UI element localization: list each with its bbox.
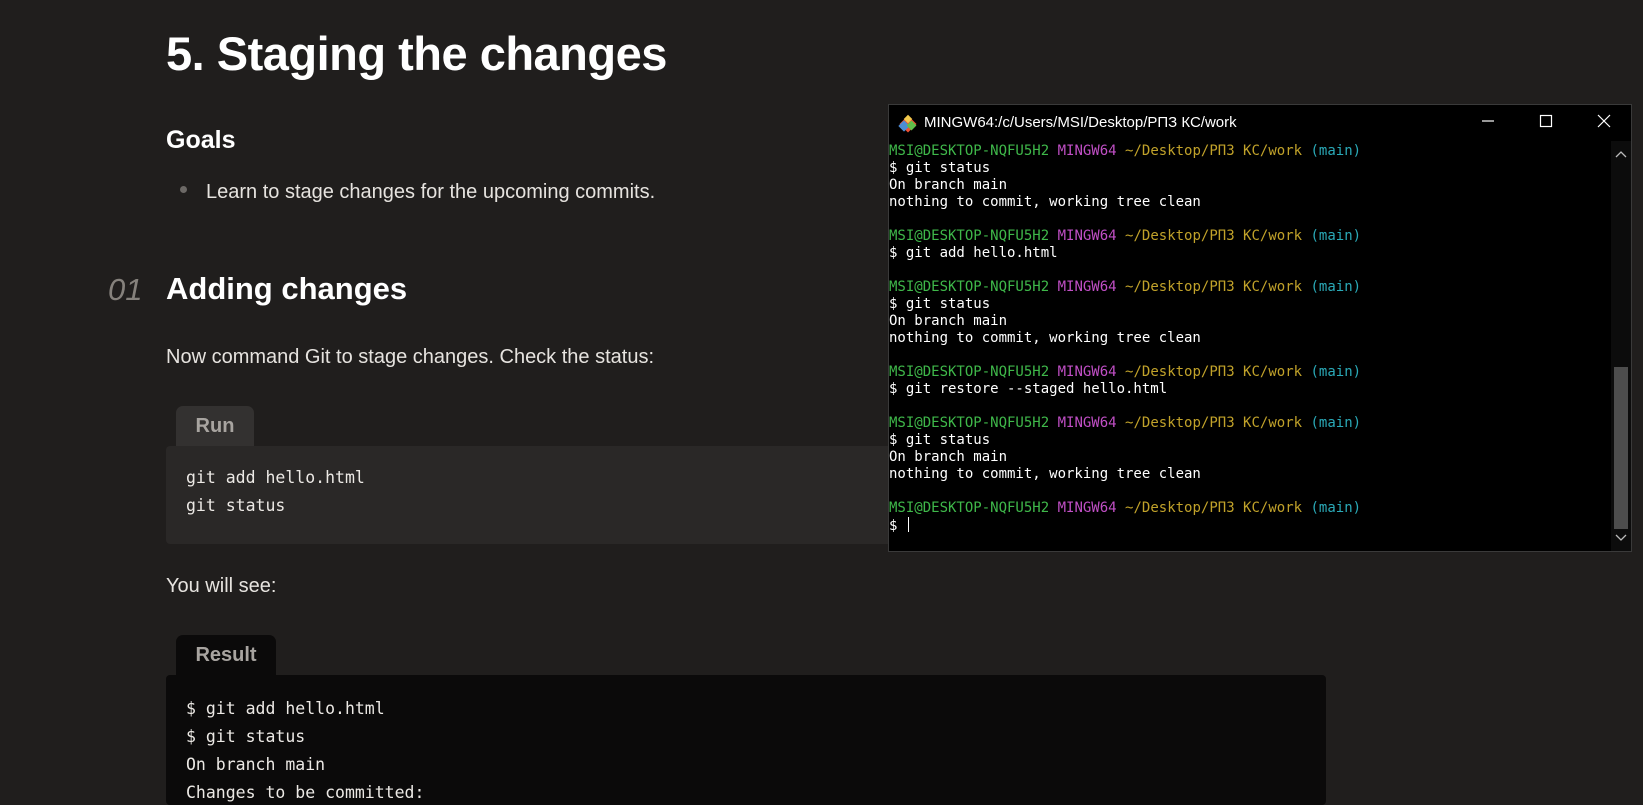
prompt-user-host: MSI@DESKTOP-NQFU5H2 — [889, 143, 1050, 159]
instruction-text: Now command Git to stage changes. Check … — [166, 346, 655, 368]
prompt-branch: (main) — [1310, 279, 1362, 295]
terminal-output-line: On branch main — [889, 177, 1008, 193]
prompt-user-host: MSI@DESKTOP-NQFU5H2 — [889, 279, 1050, 295]
code-line: $ git add hello.html — [186, 699, 385, 718]
page-title: 5. Staging the changes — [166, 27, 667, 80]
terminal-scrollbar[interactable] — [1611, 141, 1631, 551]
minimize-button[interactable] — [1459, 105, 1517, 141]
prompt-user-host: MSI@DESKTOP-NQFU5H2 — [889, 364, 1050, 380]
terminal-prompt-line: MSI@DESKTOP-NQFU5H2 MINGW64 ~/Desktop/РП… — [889, 143, 1361, 160]
code-line: Changes to be committed: — [186, 783, 425, 802]
terminal-title: MINGW64:/c/Users/MSI/Desktop/РПЗ КС/work — [924, 114, 1237, 131]
prompt-branch: (main) — [1310, 228, 1362, 244]
result-code-block: $ git add hello.html $ git status On bra… — [166, 675, 1326, 805]
minimize-icon — [1481, 114, 1495, 133]
terminal-output-line: $ git status — [889, 296, 991, 312]
terminal-output-line: nothing to commit, working tree clean — [889, 330, 1201, 346]
prompt-branch: (main) — [1310, 364, 1362, 380]
code-line: On branch main — [186, 755, 326, 774]
run-tab[interactable]: Run — [176, 406, 254, 446]
prompt-path: ~/Desktop/РПЗ КС/work — [1125, 143, 1303, 159]
prompt-system: MINGW64 — [1057, 415, 1117, 431]
run-tab-label: Run — [195, 414, 235, 437]
prompt-path: ~/Desktop/РПЗ КС/work — [1125, 228, 1303, 244]
prompt-user-host: MSI@DESKTOP-NQFU5H2 — [889, 415, 1050, 431]
prompt-branch: (main) — [1310, 500, 1362, 516]
prompt-path: ~/Desktop/РПЗ КС/work — [1125, 500, 1303, 516]
result-intro-text: You will see: — [166, 575, 277, 597]
terminal-prompt-line: MSI@DESKTOP-NQFU5H2 MINGW64 ~/Desktop/РП… — [889, 279, 1361, 296]
git-bash-icon — [898, 114, 918, 134]
maximize-icon — [1539, 114, 1553, 133]
bullet-icon — [180, 186, 187, 193]
terminal-prompt-line: MSI@DESKTOP-NQFU5H2 MINGW64 ~/Desktop/РП… — [889, 500, 1361, 517]
prompt-user-host: MSI@DESKTOP-NQFU5H2 — [889, 228, 1050, 244]
result-tab[interactable]: Result — [176, 635, 276, 675]
close-icon — [1597, 114, 1611, 133]
terminal-prompt-line: MSI@DESKTOP-NQFU5H2 MINGW64 ~/Desktop/РП… — [889, 415, 1361, 432]
goal-item: Learn to stage changes for the upcoming … — [206, 181, 656, 203]
terminal-prompt-line: MSI@DESKTOP-NQFU5H2 MINGW64 ~/Desktop/РП… — [889, 228, 1361, 245]
terminal-output[interactable]: MSI@DESKTOP-NQFU5H2 MINGW64 ~/Desktop/РП… — [889, 143, 1611, 551]
terminal-output-line: $ git restore --staged hello.html — [889, 381, 1168, 397]
section-title: Adding changes — [166, 271, 408, 306]
code-line: git status — [186, 496, 286, 515]
prompt-branch: (main) — [1310, 415, 1362, 431]
scrollbar-thumb[interactable] — [1614, 367, 1628, 529]
text-cursor — [907, 517, 909, 532]
terminal-output-line: nothing to commit, working tree clean — [889, 194, 1201, 210]
terminal-input-line[interactable]: $ — [889, 517, 909, 535]
code-line: $ git status — [186, 727, 306, 746]
prompt-system: MINGW64 — [1057, 500, 1117, 516]
prompt-user-host: MSI@DESKTOP-NQFU5H2 — [889, 500, 1050, 516]
prompt-system: MINGW64 — [1057, 228, 1117, 244]
goals-heading: Goals — [166, 126, 236, 154]
code-line: git add hello.html — [186, 468, 365, 487]
terminal-output-line: On branch main — [889, 313, 1008, 329]
section-number: 01 — [108, 272, 143, 307]
prompt-path: ~/Desktop/РПЗ КС/work — [1125, 364, 1303, 380]
scroll-down-icon[interactable] — [1615, 529, 1627, 547]
terminal-output-line: $ git status — [889, 160, 991, 176]
prompt-system: MINGW64 — [1057, 279, 1117, 295]
maximize-button[interactable] — [1517, 105, 1575, 141]
prompt-path: ~/Desktop/РПЗ КС/work — [1125, 415, 1303, 431]
prompt-branch: (main) — [1310, 143, 1362, 159]
close-button[interactable] — [1575, 105, 1631, 141]
result-tab-label: Result — [195, 643, 257, 666]
terminal-titlebar[interactable]: MINGW64:/c/Users/MSI/Desktop/РПЗ КС/work — [889, 105, 1631, 141]
terminal-prompt-line: MSI@DESKTOP-NQFU5H2 MINGW64 ~/Desktop/РП… — [889, 364, 1361, 381]
prompt-path: ~/Desktop/РПЗ КС/work — [1125, 279, 1303, 295]
prompt-system: MINGW64 — [1057, 143, 1117, 159]
scroll-up-icon[interactable] — [1615, 145, 1627, 163]
terminal-output-line: $ git status — [889, 432, 991, 448]
terminal-window[interactable]: MINGW64:/c/Users/MSI/Desktop/РПЗ КС/work… — [888, 104, 1632, 552]
terminal-output-line: On branch main — [889, 449, 1008, 465]
terminal-output-line: nothing to commit, working tree clean — [889, 466, 1201, 482]
terminal-output-line: $ git add hello.html — [889, 245, 1058, 261]
prompt-system: MINGW64 — [1057, 364, 1117, 380]
